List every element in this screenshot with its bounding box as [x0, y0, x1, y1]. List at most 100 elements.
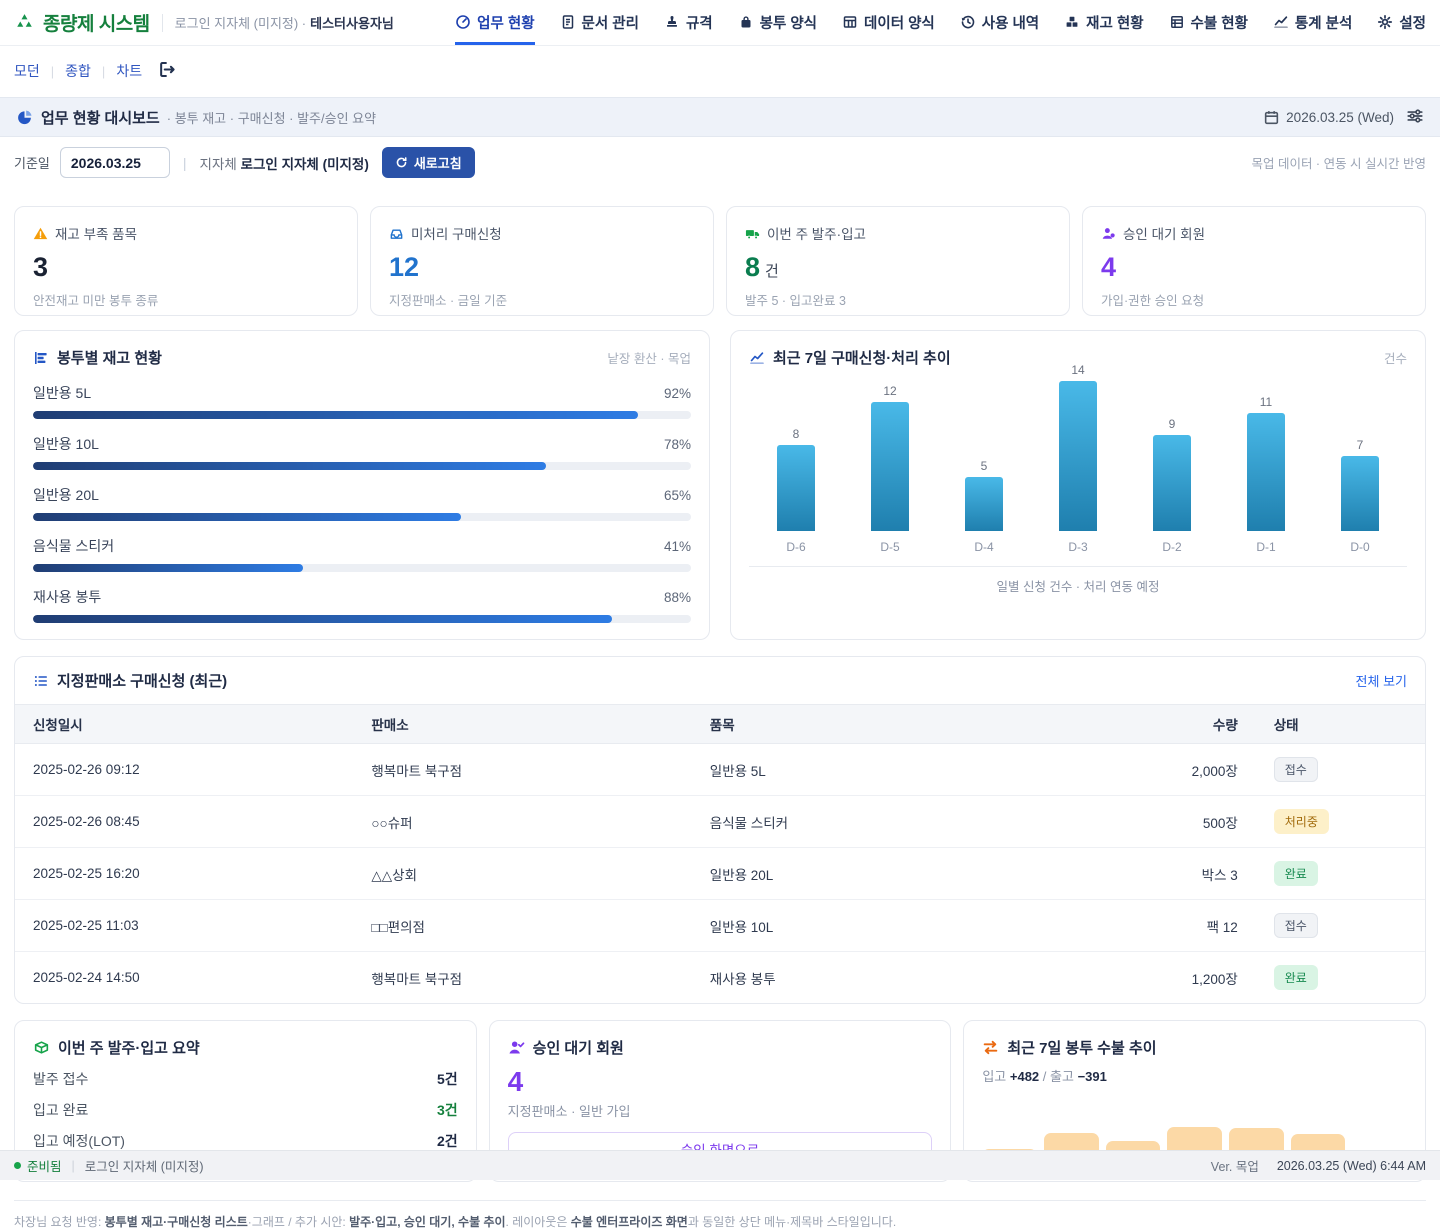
table-row[interactable]: 2025-02-25 11:03□□편의점 일반용 10L팩 12 접수 [15, 900, 1425, 952]
status-dot [14, 1162, 21, 1169]
trend-caption: 일별 신청 건수 · 처리 연동 예정 [749, 566, 1407, 595]
nav-item-inventory[interactable]: 재고 현황 [1064, 0, 1143, 45]
user-icon [1101, 226, 1116, 241]
logout-button[interactable] [157, 60, 176, 82]
kpi-card-low-stock: 재고 부족 품목 3 안전재고 미만 봉투 종류 [14, 206, 358, 316]
inventory-bar-row: 일반용 10L78% [33, 434, 691, 470]
status-badge: 접수 [1274, 913, 1318, 938]
exit-icon [157, 60, 176, 79]
inventory-bar-row: 재사용 봉투88% [33, 587, 691, 623]
inventory-icon [1064, 14, 1080, 30]
trend-column: 12 D-5 [843, 384, 937, 554]
inbox-icon [389, 226, 404, 241]
nav-item-settings[interactable]: 설정 [1377, 0, 1426, 45]
inventory-bar-value: 92% [664, 386, 691, 401]
inventory-bar-value: 65% [664, 488, 691, 503]
trend-value: 8 [793, 427, 800, 441]
kpi-sub: 안전재고 미만 봉투 종류 [33, 290, 339, 309]
trend-column: 7D-0 [1313, 438, 1407, 554]
inventory-bar-track [33, 411, 691, 419]
trend-x-label: D-2 [1162, 540, 1181, 554]
trend-x-label: D-4 [974, 540, 993, 554]
trend-columns: 8D-612D-55D-414D-39D-211D-17D-0 [749, 376, 1407, 554]
trend-column: 11D-1 [1219, 395, 1313, 554]
filter-sliders-button[interactable] [1406, 107, 1424, 128]
table-header-row: 신청일시 판매소 품목 수량 상태 [15, 705, 1425, 744]
nav-item-usage-history[interactable]: 사용 내역 [960, 0, 1039, 45]
app-header: 종량제 시스템 로그인 지자체 (미지정) · 테스터사용자님 업무 현황 문서… [0, 0, 1440, 46]
table-row[interactable]: 2025-02-26 09:12행복마트 북구점 일반용 5L2,000장 접수 [15, 744, 1425, 796]
approval-count: 4 [508, 1066, 933, 1098]
inventory-bar-label: 일반용 5L [33, 383, 91, 403]
org-value: 로그인 지자체 (미지정) [241, 157, 369, 172]
hbar-chart-icon [33, 350, 49, 366]
table-row[interactable]: 2025-02-24 14:50행복마트 북구점 재사용 봉투1,200장 완료 [15, 952, 1425, 1004]
kpi-value: 8건 [745, 252, 1051, 283]
kpi-value: 12 [389, 252, 695, 283]
requests-table: 신청일시 판매소 품목 수량 상태 2025-02-26 09:12행복마트 북… [15, 704, 1425, 1003]
table-row[interactable]: 2025-02-26 08:45○○슈퍼 음식물 스티커500장 처리중 [15, 796, 1425, 848]
nav-item-specs[interactable]: 규격 [664, 0, 713, 45]
trend-value: 12 [883, 384, 896, 398]
view-all-link[interactable]: 전체 보기 [1356, 671, 1407, 690]
pie-icon [16, 109, 33, 126]
statusbar-right: Ver. 목업 2026.03.25 (Wed) 6:44 AM [1211, 1156, 1426, 1175]
status-datetime: 2026.03.25 (Wed) 6:44 AM [1277, 1159, 1426, 1173]
statusbar: 준비됨 | 로그인 지자체 (미지정) Ver. 목업 2026.03.25 (… [0, 1150, 1440, 1180]
gear-icon [1377, 14, 1393, 30]
table-icon [842, 14, 858, 30]
nav-item-statistics[interactable]: 통계 분석 [1273, 0, 1352, 45]
card-title: 승인 대기 회원 [533, 1037, 624, 1058]
nav-item-documents[interactable]: 문서 관리 [560, 0, 639, 45]
status-badge: 접수 [1274, 757, 1318, 782]
inventory-bar-fill [33, 615, 612, 623]
trend-bar [1059, 381, 1097, 531]
nav-item-bag-forms[interactable]: 봉투 양식 [738, 0, 817, 45]
panel-title: 최근 7일 구매신청·처리 추이 [773, 347, 951, 368]
charts-row: 봉투별 재고 현황 낱장 환산 · 목업 일반용 5L92%일반용 10L78%… [14, 330, 1426, 640]
main-nav: 업무 현황 문서 관리 규격 봉투 양식 데이터 양식 사용 내역 재고 현황 … [455, 0, 1426, 45]
view-link-modern[interactable]: 모던 [14, 61, 40, 81]
base-date-input[interactable] [60, 147, 170, 178]
inventory-bar-value: 88% [664, 590, 691, 605]
kpi-sub: 발주 5 · 입고완료 3 [745, 290, 1051, 309]
ledger-icon [1169, 14, 1185, 30]
kpi-sub: 가입·권한 승인 요청 [1101, 290, 1407, 309]
titlebar-date: 2026.03.25 (Wed) [1263, 109, 1394, 126]
trend-x-label: D-5 [880, 540, 899, 554]
calendar-icon [1263, 109, 1280, 126]
inventory-bar-track [33, 615, 691, 623]
nav-item-transactions[interactable]: 수불 현황 [1169, 0, 1248, 45]
login-context: 로그인 지자체 (미지정) · 테스터사용자님 [175, 0, 394, 45]
nav-item-dashboard[interactable]: 업무 현황 [455, 0, 534, 45]
swap-icon [982, 1039, 999, 1056]
panel-caption: 낱장 환산 · 목업 [607, 348, 691, 367]
status-badge: 완료 [1274, 965, 1318, 990]
login-org: 로그인 지자체 (미지정) · [175, 13, 306, 32]
inventory-bar-value: 41% [664, 539, 691, 554]
view-link-combined[interactable]: 종합 [65, 61, 91, 81]
page-title: 업무 현황 대시보드 [41, 107, 160, 128]
kpi-value: 4 [1101, 252, 1407, 283]
trend-bar [1247, 413, 1285, 531]
titlebar-right: 2026.03.25 (Wed) [1263, 107, 1424, 128]
nav-item-data-forms[interactable]: 데이터 양식 [842, 0, 935, 45]
trend-value: 11 [1260, 395, 1272, 409]
user-check-icon [508, 1039, 525, 1056]
inventory-bar-fill [33, 411, 638, 419]
table-row[interactable]: 2025-02-25 16:20△△상회 일반용 20L박스 3 완료 [15, 848, 1425, 900]
truck-icon [745, 226, 760, 241]
history-icon [960, 14, 976, 30]
summary-line: 입고 예정(LOT) 2건 [33, 1131, 458, 1151]
inventory-bar-track [33, 462, 691, 470]
status-badge: 완료 [1274, 861, 1318, 886]
refresh-button[interactable]: 새로고침 [382, 147, 475, 178]
inventory-bar-track [33, 564, 691, 572]
inventory-bar-label: 일반용 20L [33, 485, 99, 505]
login-user: 테스터사용자님 [310, 13, 394, 32]
panel-unit: 건수 [1384, 348, 1407, 367]
view-link-chart[interactable]: 차트 [116, 61, 142, 81]
trend-bar [777, 445, 815, 531]
base-date-label: 기준일 [14, 153, 50, 172]
kpi-sub: 지정판매소 · 금일 기준 [389, 290, 695, 309]
